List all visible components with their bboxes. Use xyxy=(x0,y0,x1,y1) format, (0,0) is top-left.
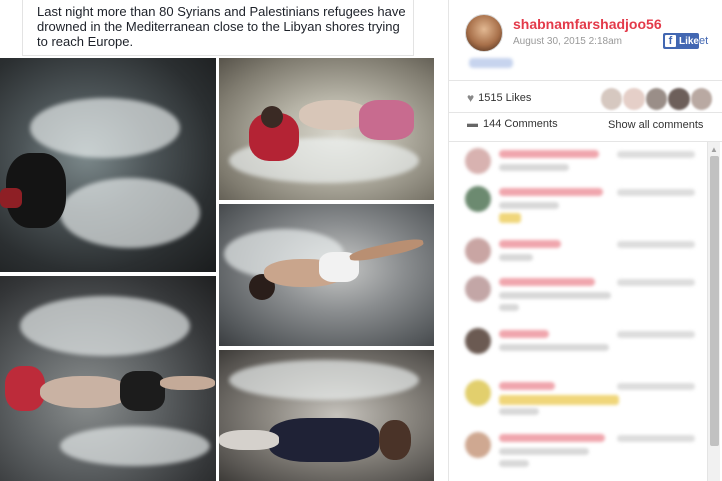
likes-count[interactable]: ♥ 1515 Likes xyxy=(467,91,531,105)
likes-label: 1515 Likes xyxy=(478,92,532,104)
commenter-avatar[interactable] xyxy=(465,380,491,406)
divider xyxy=(449,112,722,113)
commenter-avatar[interactable] xyxy=(465,276,491,302)
liker-avatar[interactable] xyxy=(645,88,668,110)
comments-count: ▬ 144 Comments xyxy=(467,118,558,130)
post-date: August 30, 2015 2:18am xyxy=(513,36,622,47)
chevron-up-icon[interactable]: ▲ xyxy=(710,145,718,154)
scrollbar-thumb[interactable] xyxy=(710,156,719,446)
page: Last night more than 80 Syrians and Pale… xyxy=(0,0,722,481)
post-caption: Last night more than 80 Syrians and Pale… xyxy=(37,4,406,49)
post-photo-4[interactable] xyxy=(0,276,216,481)
comment-item xyxy=(465,182,705,226)
comment-text xyxy=(499,304,519,311)
post-photo-2[interactable] xyxy=(219,58,434,200)
comment-emoji xyxy=(499,213,521,223)
liker-avatar[interactable] xyxy=(668,88,690,110)
comment-time xyxy=(617,435,695,442)
commenter-name[interactable] xyxy=(499,150,599,158)
comment-item xyxy=(465,428,705,472)
comment-time xyxy=(617,189,695,196)
commenter-name[interactable] xyxy=(499,382,555,390)
comment-time xyxy=(617,383,695,390)
comment-time xyxy=(617,279,695,286)
facebook-like-button[interactable]: f Like xyxy=(663,33,699,49)
comment-item xyxy=(465,272,705,316)
comment-time xyxy=(617,331,695,338)
comment-text xyxy=(499,460,529,467)
post-photo-1[interactable] xyxy=(0,58,216,272)
comment-icon: ▬ xyxy=(467,118,478,130)
comment-time xyxy=(617,241,695,248)
facebook-like-label: Like xyxy=(678,35,699,47)
profile-username[interactable]: shabnamfarshadjoo56 xyxy=(513,16,662,32)
heart-icon: ♥ xyxy=(467,91,475,105)
comment-text xyxy=(499,164,569,171)
commenter-name[interactable] xyxy=(499,330,549,338)
commenter-name[interactable] xyxy=(499,434,605,442)
comments-list xyxy=(449,142,711,481)
comments-label: 144 Comments xyxy=(483,118,558,130)
commenter-avatar[interactable] xyxy=(465,328,491,354)
commenter-avatar[interactable] xyxy=(465,432,491,458)
post-panel: Last night more than 80 Syrians and Pale… xyxy=(0,0,448,481)
commenter-avatar[interactable] xyxy=(465,238,491,264)
post-photo-3[interactable] xyxy=(219,204,434,346)
show-all-comments-link[interactable]: Show all comments xyxy=(608,119,703,131)
commenter-avatar[interactable] xyxy=(465,186,491,212)
commenter-name[interactable] xyxy=(499,188,603,196)
comment-text xyxy=(499,202,559,209)
comment-text xyxy=(499,292,611,299)
profile-avatar[interactable] xyxy=(465,14,503,52)
comments-scrollbar[interactable]: ▲ xyxy=(707,142,720,481)
liker-avatars xyxy=(601,88,713,110)
comment-text xyxy=(499,344,609,351)
liker-avatar[interactable] xyxy=(623,88,645,110)
comment-emoji xyxy=(499,395,619,405)
comment-item xyxy=(465,324,705,368)
facebook-icon: f xyxy=(665,35,676,47)
liker-avatar[interactable] xyxy=(601,88,623,110)
post-photo-5[interactable] xyxy=(219,350,434,481)
sidebar: shabnamfarshadjoo56 August 30, 2015 2:18… xyxy=(448,0,722,481)
commenter-avatar[interactable] xyxy=(465,148,491,174)
commenter-name[interactable] xyxy=(499,278,595,286)
comment-text xyxy=(499,254,533,261)
comment-time xyxy=(617,151,695,158)
divider xyxy=(449,80,722,81)
commenter-name[interactable] xyxy=(499,240,561,248)
liker-avatar[interactable] xyxy=(690,88,713,110)
comment-text xyxy=(499,448,589,455)
location-link[interactable] xyxy=(469,58,513,68)
comment-item xyxy=(465,376,705,420)
comment-text xyxy=(499,408,539,415)
caption-box: Last night more than 80 Syrians and Pale… xyxy=(22,0,414,56)
photo-grid xyxy=(0,58,436,481)
share-link-fragment[interactable]: et xyxy=(699,35,708,47)
